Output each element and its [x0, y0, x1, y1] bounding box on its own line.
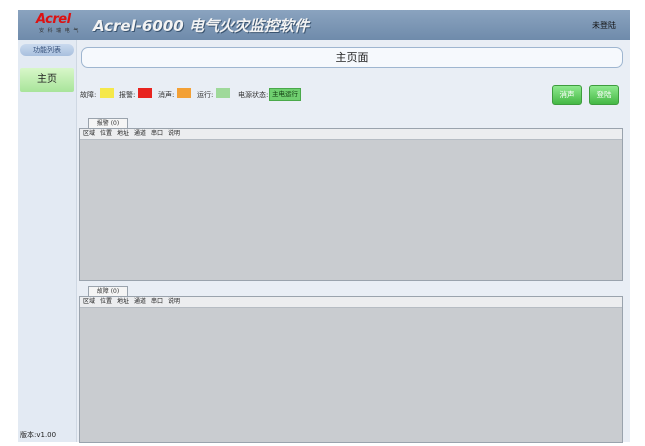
legend-silence-swatch	[177, 88, 191, 98]
alarm-col-address[interactable]: 地址	[117, 129, 129, 139]
legend-running-label: 运行:	[197, 91, 214, 99]
fault-col-area[interactable]: 区域	[83, 297, 95, 307]
legend-silence-label: 消声:	[158, 91, 175, 99]
logo-brand: Acrel	[36, 12, 71, 27]
alarm-col-channel[interactable]: 通道	[134, 129, 146, 139]
app-title: Acrel-6000 电气火灾监控软件	[93, 17, 309, 35]
alarm-col-port[interactable]: 串口	[151, 129, 163, 139]
legend-alarm-swatch	[138, 88, 152, 98]
legend-fault-label: 故障:	[80, 91, 97, 99]
legend-fault-swatch	[100, 88, 114, 98]
power-status-badge: 主电运行	[269, 88, 301, 101]
logo-tagline: 安 科 瑞 电 气	[39, 28, 80, 34]
legend-alarm-label: 报警:	[119, 91, 136, 99]
alarm-table-header: 区域 位置 地址 通道 串口 说明	[80, 129, 622, 140]
power-status-label: 电源状态:	[238, 91, 269, 99]
sidebar-item-home[interactable]: 主页	[20, 68, 74, 92]
login-status: 未登陆	[592, 21, 616, 30]
silence-button[interactable]: 消声	[552, 85, 582, 105]
fault-col-port[interactable]: 串口	[151, 297, 163, 307]
fault-table: 区域 位置 地址 通道 串口 说明	[79, 296, 623, 443]
status-toolbar: 故障: 报警: 消声: 运行: 电源状态: 主电运行 消声 登陆	[80, 85, 628, 105]
fault-col-desc[interactable]: 说明	[168, 297, 180, 307]
login-button[interactable]: 登陆	[589, 85, 619, 105]
main-content: 主页面 故障: 报警: 消声: 运行: 电源状态: 主电运行 消声 登陆 报警 …	[78, 40, 630, 443]
version-label: 版本:v1.00	[20, 431, 57, 439]
alarm-col-area[interactable]: 区域	[83, 129, 95, 139]
fault-col-channel[interactable]: 通道	[134, 297, 146, 307]
legend-running-swatch	[216, 88, 230, 98]
page-title: 主页面	[81, 47, 623, 68]
sidebar-header: 功能列表	[20, 44, 74, 56]
fault-col-address[interactable]: 地址	[117, 297, 129, 307]
alarm-col-desc[interactable]: 说明	[168, 129, 180, 139]
fault-table-header: 区域 位置 地址 通道 串口 说明	[80, 297, 622, 308]
fault-col-location[interactable]: 位置	[100, 297, 112, 307]
app-window: Acrel 安 科 瑞 电 气 Acrel-6000 电气火灾监控软件 未登陆 …	[18, 10, 630, 443]
title-bar: Acrel 安 科 瑞 电 气 Acrel-6000 电气火灾监控软件 未登陆	[18, 10, 630, 40]
sidebar: 功能列表 主页 版本:v1.00	[18, 40, 77, 442]
alarm-col-location[interactable]: 位置	[100, 129, 112, 139]
company-logo: Acrel 安 科 瑞 电 气	[36, 12, 82, 36]
alarm-table: 区域 位置 地址 通道 串口 说明	[79, 128, 623, 281]
